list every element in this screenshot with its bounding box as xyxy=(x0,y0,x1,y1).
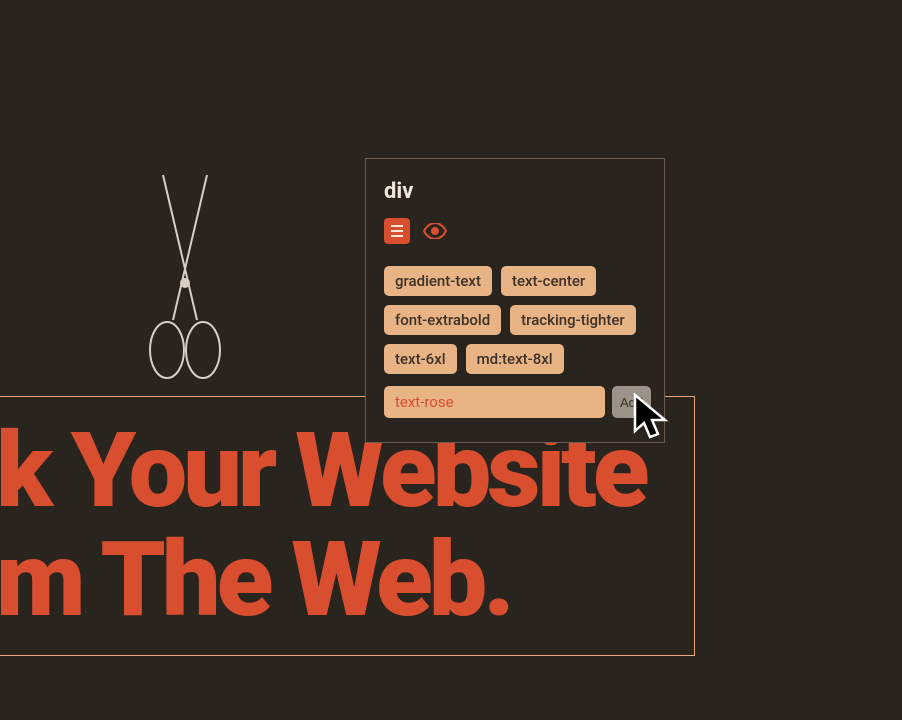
add-class-row: Add xyxy=(384,386,646,418)
class-chip[interactable]: gradient-text xyxy=(384,266,492,296)
class-chip[interactable]: text-center xyxy=(501,266,596,296)
scissors-icon xyxy=(145,175,225,385)
cursor-icon xyxy=(632,393,672,441)
class-chip[interactable]: tracking-tighter xyxy=(510,305,636,335)
class-chip[interactable]: md:text-8xl xyxy=(466,344,564,374)
hero-heading-line-2: m The Web. xyxy=(0,526,694,635)
class-chip-list: gradient-text text-center font-extrabold… xyxy=(384,266,646,374)
class-chip[interactable]: text-6xl xyxy=(384,344,457,374)
inspector-toolbar xyxy=(384,218,646,244)
list-view-icon[interactable] xyxy=(384,218,410,244)
class-chip[interactable]: font-extrabold xyxy=(384,305,501,335)
class-name-input[interactable] xyxy=(384,386,605,418)
element-tag-label: div xyxy=(384,179,646,204)
visibility-toggle-icon[interactable] xyxy=(422,218,448,244)
class-inspector-panel: div gradient-text text-center font-extra… xyxy=(365,158,665,443)
